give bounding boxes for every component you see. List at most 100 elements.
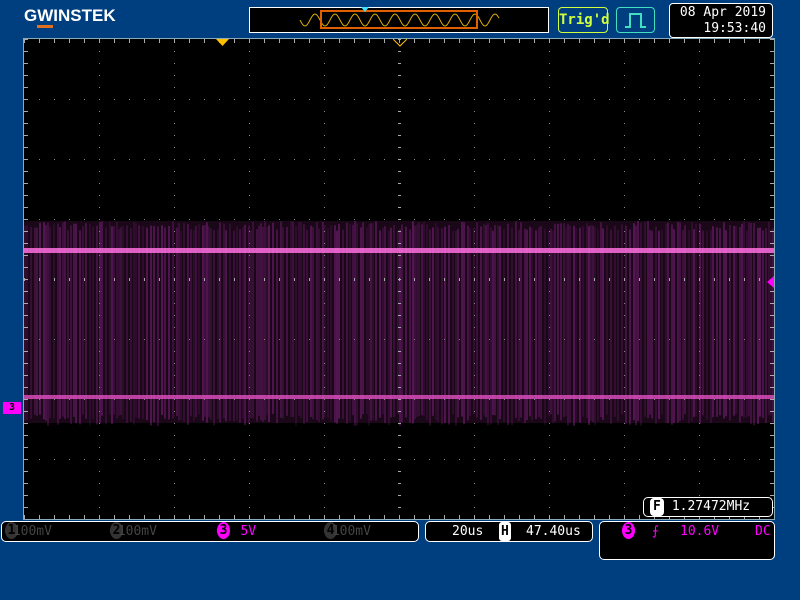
grid-dot [99,435,100,436]
grid-dot [624,507,625,508]
timebase-status[interactable]: 20us H 47.40us [425,521,593,542]
grid-dot [249,471,250,472]
tick [24,291,28,292]
tick [594,278,595,281]
grid-dot [624,183,625,184]
grid-dot [579,219,580,220]
grid-dot [249,123,250,124]
grid-dot [624,219,625,220]
grid-dot [474,207,475,208]
grid-dot [624,411,625,412]
tick [24,279,28,280]
grid-dot [249,243,250,244]
tick [398,423,401,424]
grid-dot [99,267,100,268]
grid-dot [159,159,160,160]
grid-dot [474,243,475,244]
grid-dot [324,195,325,196]
grid-dot [174,507,175,508]
tick [234,278,235,281]
tick [398,387,401,388]
tick [398,51,401,52]
grid-dot [714,219,715,220]
grid-dot [549,243,550,244]
grid-dot [129,219,130,220]
tick [444,278,445,281]
grid-dot [369,459,370,460]
grid-dot [534,159,535,160]
grid-dot [369,159,370,160]
memory-overview-bar[interactable] [249,7,549,33]
trigger-level-marker[interactable] [767,276,774,288]
grid-dot [174,63,175,64]
trigger-source: 3 [622,522,635,539]
tick [489,39,490,43]
grid-dot [474,63,475,64]
grid-dot [129,339,130,340]
grid-dot [294,219,295,220]
tick [24,111,28,112]
grid-dot [714,339,715,340]
tick [24,99,28,100]
tick [129,515,130,519]
grid-dot [729,339,730,340]
channel-status-bar[interactable]: 1 ═ 100mV 2 ═ 100mV 3 ═ 5V 4 ═ 100mV [1,521,419,542]
grid-dot [474,447,475,448]
grid-dot [549,291,550,292]
grid-dot [84,159,85,160]
grid-dot [249,423,250,424]
waveform-display[interactable] [23,38,775,520]
tick [174,278,175,281]
grid-dot [144,99,145,100]
tick [699,278,700,281]
grid-dot [699,399,700,400]
grid-dot [624,171,625,172]
ch3-ground-marker[interactable]: 3 [3,402,21,414]
channel-3[interactable]: 3 ═ 5V [217,522,256,541]
tick [549,278,550,281]
tick [504,278,505,281]
grid-dot [699,183,700,184]
grid-dot [729,399,730,400]
grid-dot [624,447,625,448]
grid-dot [219,219,220,220]
grid-dot [264,459,265,460]
grid-dot [144,459,145,460]
grid-dot [474,315,475,316]
grid-dot [609,219,610,220]
tick [474,39,475,43]
tick [459,515,460,519]
grid-dot [174,171,175,172]
channel-2[interactable]: 2 ═ 100mV [110,522,157,541]
channel-1[interactable]: 1 ═ 100mV [5,522,52,541]
tick [398,507,401,508]
tick [624,39,625,43]
acquire-mode-button[interactable] [616,7,655,33]
grid-dot [114,339,115,340]
measure-label: F [650,498,664,516]
grid-dot [174,255,175,256]
tick [294,39,295,43]
grid-dot [249,135,250,136]
tick [24,507,28,508]
tick [189,278,190,281]
tick [84,278,85,281]
grid-dot [174,291,175,292]
tick [770,411,774,412]
grid-dot [549,231,550,232]
trigger-status-panel[interactable]: 3 ⨍ 10.6V DC [599,521,775,560]
grid-dot [624,471,625,472]
grid-dot [474,411,475,412]
grid-dot [54,459,55,460]
grid-dot [189,99,190,100]
grid-dot [324,171,325,172]
grid-dot [159,219,160,220]
grid-dot [669,99,670,100]
tick [24,375,28,376]
grid-dot [99,471,100,472]
grid-dot [474,375,475,376]
grid-dot [549,459,550,460]
channel-4[interactable]: 4 ═ 100mV [324,522,371,541]
tick [204,39,205,43]
grid-dot [174,243,175,244]
